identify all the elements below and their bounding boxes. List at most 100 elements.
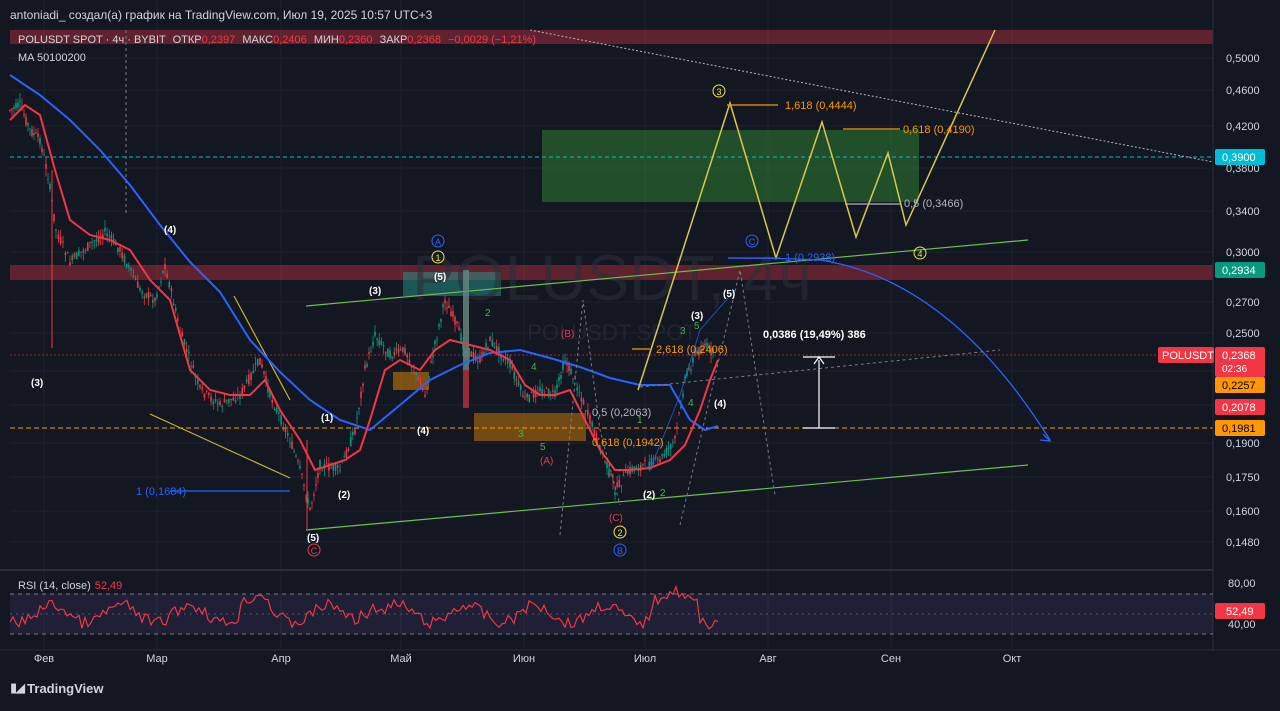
- candle-body: [608, 468, 610, 477]
- candle-body: [232, 397, 235, 401]
- candle-body: [104, 227, 106, 232]
- symbol-legend[interactable]: POLUSDT SPOT · 4ч · BYBIT ОТКР0,2397 МАК…: [18, 34, 536, 46]
- candle-body: [578, 392, 581, 394]
- price-axis-tick: 0,1600: [1226, 506, 1260, 518]
- candle-body: [343, 456, 346, 458]
- candle-body: [406, 354, 409, 358]
- candle-body: [587, 409, 589, 416]
- candle-body: [284, 428, 287, 433]
- time-axis-tick: Май: [390, 653, 412, 665]
- candle-body: [665, 447, 668, 455]
- wave-label: (5): [307, 533, 319, 544]
- time-axis[interactable]: Фев Мар Апр Май Июн Июл Авг Сен Окт: [34, 653, 1021, 665]
- candle-body: [692, 358, 694, 363]
- wave-label: (2): [338, 490, 350, 501]
- candle-body: [448, 305, 450, 309]
- price-tag-timer: 02:36: [1222, 364, 1247, 375]
- candle-body: [311, 502, 313, 504]
- candle-body: [71, 255, 74, 261]
- fib-label-2618: 2,618 (0,2406): [656, 344, 728, 356]
- candle-body: [460, 333, 462, 342]
- price-axis[interactable]: 0,50000,46000,42000,38000,34000,30000,27…: [1226, 53, 1260, 549]
- candle-body: [145, 293, 148, 298]
- price-tag-text: 0,3900: [1222, 152, 1256, 164]
- candle-body: [672, 441, 674, 443]
- candle-body: [147, 292, 150, 298]
- candle-body: [356, 417, 358, 419]
- wave-label: (5): [434, 272, 446, 283]
- candle-body: [604, 461, 606, 463]
- candle-body: [41, 148, 43, 153]
- candle-body: [39, 138, 41, 145]
- candle-body: [125, 264, 128, 268]
- candle-body: [152, 299, 154, 303]
- candle-body: [522, 395, 524, 398]
- candle-body: [584, 410, 587, 412]
- candle-body: [188, 351, 190, 354]
- chart-author-line: antoniadi_ создал(а) график на TradingVi…: [10, 8, 433, 22]
- time-axis-tick: Июн: [513, 653, 535, 665]
- fib-label-1618: 1,618 (0,4444): [785, 100, 857, 112]
- candle-body: [389, 350, 391, 358]
- candle-body: [53, 213, 55, 221]
- candle-body: [315, 483, 317, 486]
- time-axis-tick: Июл: [634, 653, 656, 665]
- wave-label-green: 2: [660, 488, 666, 499]
- open-label: ОТКР: [172, 34, 202, 46]
- wave-label-circle: 2: [617, 528, 622, 538]
- candle-body: [15, 102, 17, 109]
- candle-body: [136, 281, 139, 288]
- candle-body: [387, 348, 389, 357]
- wave-label-circle: C: [749, 237, 756, 247]
- time-axis-tick: Апр: [271, 653, 290, 665]
- price-axis-tick: 0,1480: [1226, 537, 1260, 549]
- tradingview-logo[interactable]: ▮◢ TradingView: [10, 680, 104, 696]
- candle-body: [259, 357, 261, 365]
- price-axis-tick: 0,3400: [1226, 206, 1260, 218]
- candle-body: [309, 507, 311, 510]
- candle-body: [618, 480, 621, 487]
- candle-body: [434, 340, 436, 345]
- candle-body: [397, 349, 400, 353]
- wave-label: (1): [321, 413, 333, 424]
- candle-body: [45, 163, 47, 169]
- candle-body: [75, 252, 78, 260]
- candle-body: [128, 265, 130, 268]
- candle-body: [454, 316, 456, 325]
- candle-body: [110, 235, 113, 239]
- candle-body: [562, 362, 564, 370]
- candle-body: [35, 132, 37, 134]
- candle-body: [132, 276, 135, 278]
- candle-body: [181, 331, 184, 337]
- ma-legend[interactable]: MA 50100200: [18, 52, 86, 64]
- candle-body: [374, 331, 376, 336]
- wave-label-green: 4: [688, 398, 694, 409]
- candle-body: [203, 393, 206, 398]
- candle-body: [295, 455, 297, 457]
- price-chart-svg[interactable]: POLUSDT, 4ч POLUSDT SPOT 1,618 (0,4444) …: [0, 0, 1280, 706]
- candle-body: [210, 396, 212, 402]
- wave-label-circle: 1: [435, 253, 440, 263]
- candle-body: [345, 450, 348, 458]
- candle-body: [624, 471, 627, 473]
- candle-body: [33, 133, 35, 136]
- chart-canvas[interactable]: POLUSDT, 4ч POLUSDT SPOT 1,618 (0,4444) …: [0, 0, 1280, 706]
- price-axis-tick: 0,1750: [1226, 472, 1260, 484]
- candle-body: [526, 393, 528, 397]
- candle-body: [539, 387, 541, 392]
- candle-body: [610, 473, 612, 476]
- candle-body: [62, 241, 64, 243]
- candle-body: [91, 241, 93, 243]
- candle-body: [106, 233, 108, 237]
- candle-body: [591, 422, 593, 427]
- candle-body: [95, 239, 98, 242]
- rsi-legend[interactable]: RSI (14, close) 52,49: [18, 580, 122, 592]
- wave-label: (3): [31, 378, 43, 389]
- candle-body: [139, 287, 141, 291]
- wave-label-circle: 4: [917, 249, 922, 259]
- candle-body: [470, 351, 473, 357]
- candle-body: [190, 365, 192, 367]
- wave-label: (4): [714, 399, 726, 410]
- candle-body: [23, 114, 25, 116]
- candle-body: [156, 294, 158, 298]
